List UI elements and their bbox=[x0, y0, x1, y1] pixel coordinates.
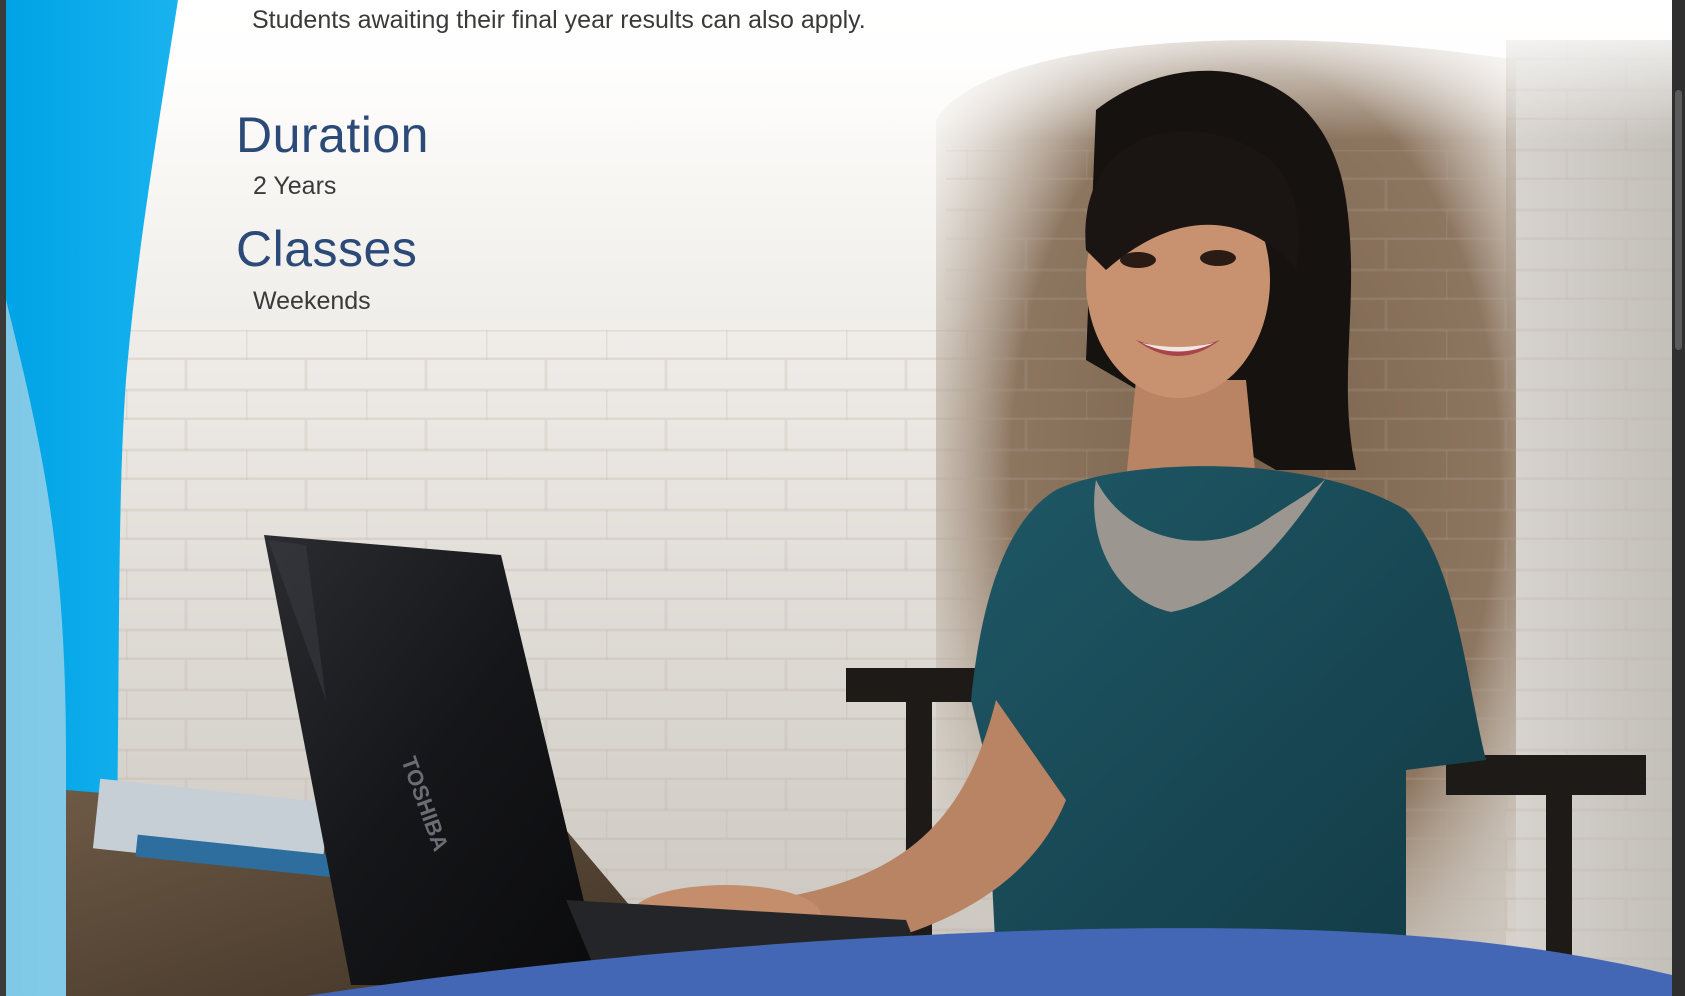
brochure-page: TOSHIBA Students awaiting their final ye… bbox=[6, 0, 1672, 996]
duration-heading: Duration bbox=[236, 107, 429, 163]
document-viewer: TOSHIBA Students awaiting their final ye… bbox=[0, 0, 1685, 996]
course-info: Students awaiting their final year resul… bbox=[6, 0, 1006, 360]
classes-value: Weekends bbox=[253, 287, 371, 315]
classes-heading: Classes bbox=[236, 221, 418, 277]
eligibility-note: Students awaiting their final year resul… bbox=[252, 6, 866, 34]
scrollbar-thumb[interactable] bbox=[1675, 90, 1682, 350]
vertical-scrollbar[interactable] bbox=[1672, 0, 1685, 996]
duration-value: 2 Years bbox=[253, 172, 337, 200]
